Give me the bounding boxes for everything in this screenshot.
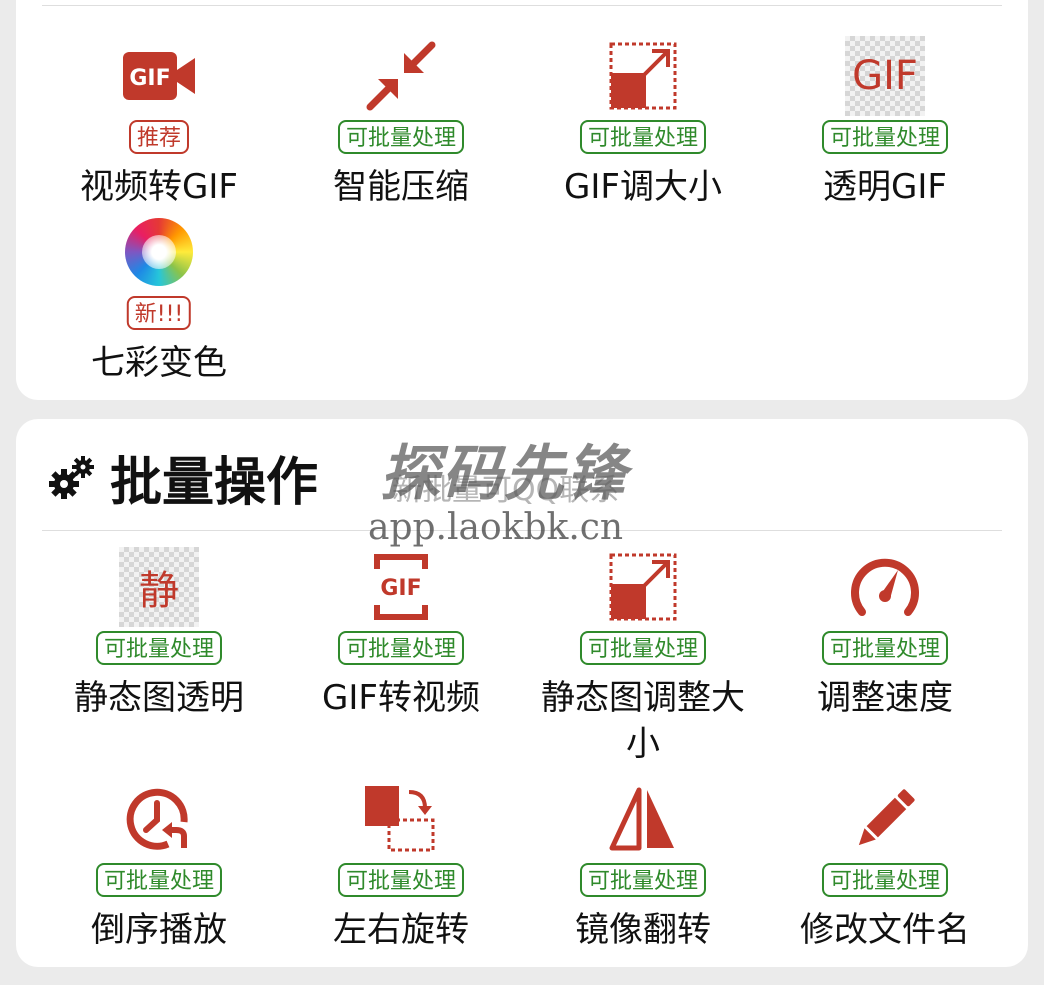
tool-mirror-flip[interactable]: 可批量处理 镜像翻转 xyxy=(522,779,764,959)
tool-label: 倒序播放 xyxy=(91,910,227,950)
tool-rename-file[interactable]: 可批量处理 修改文件名 xyxy=(764,779,1006,959)
tool-gif-to-video[interactable]: GIF 可批量处理 GIF转视频 xyxy=(280,547,522,747)
resize-icon xyxy=(603,36,683,116)
tool-label: 调整速度 xyxy=(817,678,953,718)
tool-video-to-gif[interactable]: GIF 推荐 视频转GIF xyxy=(38,36,280,216)
transparent-gif-icon: GIF xyxy=(845,36,925,116)
tool-badge: 可批量处理 xyxy=(579,120,707,154)
tool-rotate[interactable]: 可批量处理 左右旋转 xyxy=(280,779,522,959)
tool-label: 智能压缩 xyxy=(333,167,469,207)
video-gif-icon: GIF xyxy=(119,36,199,116)
tool-label: 修改文件名 xyxy=(800,910,970,950)
icon-text: GIF xyxy=(852,53,918,99)
svg-text:GIF: GIF xyxy=(129,66,170,91)
tool-label: 七彩变色 xyxy=(91,343,227,383)
tool-label: 镜像翻转 xyxy=(575,910,711,950)
tool-gif-resize[interactable]: 可批量处理 GIF调大小 xyxy=(522,36,764,216)
tool-adjust-speed[interactable]: 可批量处理 调整速度 xyxy=(764,547,1006,747)
tool-badge: 新!!! xyxy=(126,296,192,330)
tool-label: 视频转GIF xyxy=(80,167,238,207)
pencil-icon xyxy=(845,779,925,859)
tool-badge: 可批量处理 xyxy=(579,631,707,665)
batch-tools-card: 批量操作 静 可批量处理 静态图透明 GIF 可批量处理 GIF转视频 可批量处… xyxy=(16,419,1028,967)
tool-static-transparent[interactable]: 静 可批量处理 静态图透明 xyxy=(38,547,280,747)
icon-text: 静 xyxy=(139,568,179,614)
tool-badge: 可批量处理 xyxy=(821,863,949,897)
speedometer-icon xyxy=(845,547,925,627)
reverse-clock-icon xyxy=(119,779,199,859)
compress-arrows-icon xyxy=(361,36,441,116)
tool-label: GIF调大小 xyxy=(564,167,722,207)
icon-text: GIF xyxy=(380,576,421,601)
tool-badge: 可批量处理 xyxy=(95,631,223,665)
tool-badge: 可批量处理 xyxy=(821,120,949,154)
gears-icon xyxy=(49,456,94,499)
tool-label: GIF转视频 xyxy=(322,678,480,718)
tool-static-resize[interactable]: 可批量处理 静态图调整大小 xyxy=(522,547,764,764)
static-transparent-icon: 静 xyxy=(119,547,199,627)
section-title: 批量操作 xyxy=(110,452,319,513)
static-resize-icon xyxy=(603,547,683,627)
tool-color-change[interactable]: 新!!! 七彩变色 xyxy=(38,212,280,383)
section-header: 批量操作 xyxy=(46,447,318,513)
tool-badge: 可批量处理 xyxy=(95,863,223,897)
tool-label: 静态图调整大小 xyxy=(541,678,745,764)
divider xyxy=(42,530,1002,531)
tool-label: 透明GIF xyxy=(823,167,947,207)
tool-reverse-play[interactable]: 可批量处理 倒序播放 xyxy=(38,779,280,959)
tool-label: 静态图透明 xyxy=(74,678,244,718)
tool-label: 左右旋转 xyxy=(333,910,469,950)
tool-badge: 可批量处理 xyxy=(821,631,949,665)
tool-badge: 可批量处理 xyxy=(337,863,465,897)
color-wheel-icon xyxy=(119,212,199,292)
divider xyxy=(42,5,1002,6)
rotate-icon xyxy=(361,779,441,859)
tool-badge: 推荐 xyxy=(128,120,190,154)
tool-badge: 可批量处理 xyxy=(337,120,465,154)
single-tools-card: GIF 推荐 视频转GIF 可批量处理 智能压缩 可批量处理 GIF调大小 GI… xyxy=(16,0,1028,400)
tool-smart-compress[interactable]: 可批量处理 智能压缩 xyxy=(280,36,522,216)
mirror-flip-icon xyxy=(603,779,683,859)
tool-transparent-gif[interactable]: GIF 可批量处理 透明GIF xyxy=(764,36,1006,216)
tool-badge: 可批量处理 xyxy=(337,631,465,665)
tool-badge: 可批量处理 xyxy=(579,863,707,897)
gif-to-video-icon: GIF xyxy=(361,547,441,627)
